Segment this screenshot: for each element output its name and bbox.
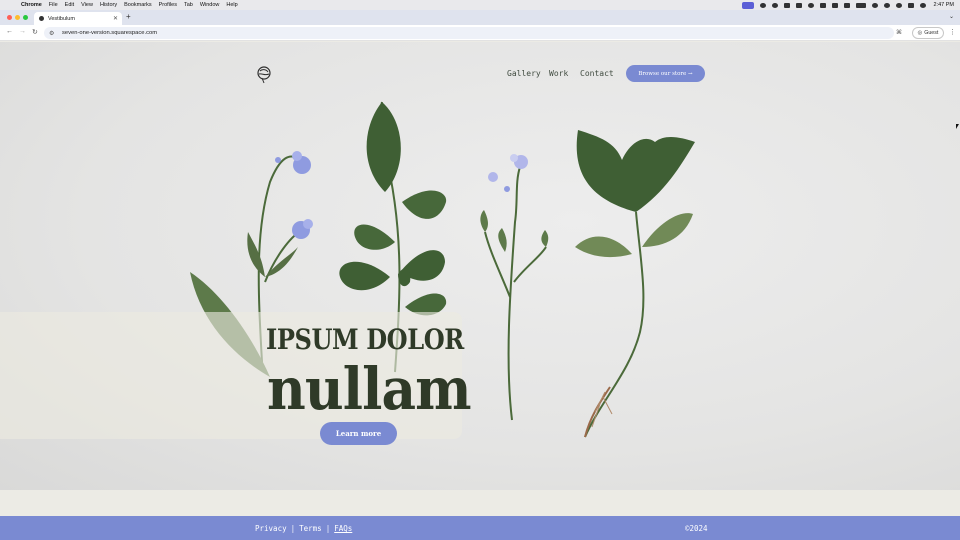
guest-label: Guest (924, 30, 939, 36)
window-controls (7, 15, 28, 20)
user-icon[interactable] (883, 2, 890, 8)
site-footer (0, 516, 960, 540)
menu-file[interactable]: File (49, 2, 58, 8)
menu-view[interactable]: View (81, 2, 93, 8)
minimize-window-button[interactable] (15, 15, 20, 20)
nav-link-gallery[interactable]: Gallery (507, 69, 541, 78)
sync-icon[interactable] (771, 2, 778, 8)
siri-icon[interactable] (919, 2, 926, 8)
menu-window[interactable]: Window (200, 2, 220, 8)
status-icons: 2:47 PM (741, 0, 954, 10)
shield-icon[interactable] (783, 2, 790, 8)
browser-toolbar: ← → ↻ ⚙ seven-one-version.squarespace.co… (0, 25, 960, 41)
footer-link-terms[interactable]: Terms (299, 524, 322, 533)
control-center-icon[interactable] (907, 2, 914, 8)
menu-tab[interactable]: Tab (184, 2, 193, 8)
hero-headline-line1: IPSUM DOLOR (266, 323, 464, 356)
translate-icon[interactable]: ⌘ (896, 29, 902, 36)
forward-icon[interactable]: → (19, 28, 26, 35)
search-icon[interactable] (895, 2, 902, 8)
guest-avatar-icon: ◎ (917, 30, 923, 36)
new-tab-button[interactable]: + (126, 12, 131, 21)
menu-edit[interactable]: Edit (65, 2, 74, 8)
play-icon[interactable] (807, 2, 814, 8)
tab-title: Vestibulum (48, 15, 75, 22)
brain-logo-icon[interactable] (255, 65, 273, 85)
address-bar[interactable]: ⚙ seven-one-version.squarespace.com (44, 27, 894, 39)
profile-guest-button[interactable]: ◎ Guest (912, 27, 944, 39)
wifi-icon[interactable] (871, 2, 878, 8)
nav-link-work[interactable]: Work (549, 69, 568, 78)
learn-more-button[interactable]: Learn more (320, 422, 397, 445)
more-menu-icon[interactable]: ⋮ (949, 28, 956, 36)
browser-tab-strip: Vestibulum ✕ + ⌄ (0, 10, 960, 25)
menu-clock[interactable]: 2:47 PM (934, 2, 954, 8)
page-gutter (0, 490, 960, 516)
browse-store-button[interactable]: Browse our store → (626, 65, 705, 82)
reload-icon[interactable]: ↻ (32, 28, 38, 36)
footer-link-privacy[interactable]: Privacy (255, 524, 287, 533)
close-tab-icon[interactable]: ✕ (113, 15, 118, 22)
address-url[interactable]: seven-one-version.squarespace.com (62, 30, 157, 36)
focus-icon[interactable] (759, 2, 766, 8)
nav-link-contact[interactable]: Contact (580, 69, 614, 78)
volume-icon[interactable] (819, 2, 826, 8)
web-page: Gallery Work Contact Browse our store → … (0, 42, 960, 540)
grid-icon[interactable] (795, 2, 802, 8)
favicon-icon (39, 16, 44, 21)
footer-link-faqs[interactable]: FAQs (334, 524, 352, 533)
footer-separator: | (290, 524, 296, 533)
macos-menu-bar: Chrome File Edit View History Bookmarks … (0, 0, 960, 10)
menu-bookmarks[interactable]: Bookmarks (124, 2, 152, 8)
keyboard-icon[interactable] (843, 2, 850, 8)
menu-history[interactable]: History (100, 2, 117, 8)
footer-links: Privacy | Terms | FAQs (255, 524, 352, 533)
screen-record-icon[interactable] (741, 1, 754, 9)
footer-copyright: ©2024 (685, 524, 708, 533)
mouse-cursor-icon (956, 124, 959, 129)
tab-search-chevron-icon[interactable]: ⌄ (949, 13, 954, 20)
battery-icon[interactable] (855, 2, 866, 8)
back-icon[interactable]: ← (6, 28, 13, 35)
close-window-button[interactable] (7, 15, 12, 20)
footer-separator: | (325, 524, 331, 533)
zoom-window-button[interactable] (23, 15, 28, 20)
bluetooth-icon[interactable] (831, 2, 838, 8)
hero-headline-line2: nullam (267, 355, 472, 423)
menu-profiles[interactable]: Profiles (159, 2, 177, 8)
menu-help[interactable]: Help (226, 2, 237, 8)
menu-app-chrome[interactable]: Chrome (21, 2, 42, 8)
browser-tab-active[interactable]: Vestibulum ✕ (34, 12, 122, 25)
site-info-icon[interactable]: ⚙ (49, 30, 59, 37)
